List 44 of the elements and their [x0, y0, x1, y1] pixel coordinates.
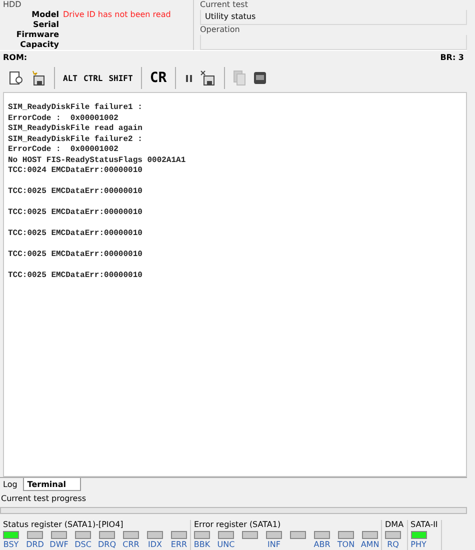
- led-label: INF: [268, 539, 280, 550]
- key-button[interactable]: CR: [148, 66, 169, 90]
- terminal-text: SIM_ReadyDiskFile failure1 : ErrorCode : 0x00001002 SIM_ReadyDiskFile read again SIM_ReadyDiskFile failure2 : ErrorCode : 0x00001002 No HOST FIS-ReadyStatusFlags 0002A1A1 TCC:0024 EMCDataErr:00000010 TCC:0025 EMCDataErr:00000010 TCC:0025 EMCDataErr:00000010 TCC:0025 EMCDataErr:00000010 TCC:0025 EMCDataErr:00000010 TCC:0025 EMCDataErr:00000010: [8, 103, 187, 282]
- key-button[interactable]: ALT: [61, 66, 80, 90]
- led-label: TON: [337, 539, 355, 550]
- rom-label: ROM:: [3, 53, 28, 62]
- key-button[interactable]: CTRL: [81, 66, 105, 90]
- field-label: Serial: [32, 20, 59, 30]
- field-label: Model: [30, 10, 59, 20]
- progress-label: Current test progress: [0, 493, 88, 505]
- led-label: BBK: [194, 539, 210, 550]
- field-label: Capacity: [19, 40, 59, 50]
- led-label: DRD: [26, 539, 44, 550]
- led-label: IDX: [148, 539, 162, 550]
- drive-icon: [252, 71, 267, 85]
- floppy-disk-icon: [30, 70, 46, 86]
- key-button[interactable]: SHIFT: [106, 66, 135, 90]
- led-label: UNC: [217, 539, 235, 550]
- field-value: Drive ID has not been read: [63, 10, 172, 20]
- led-label: ABR: [314, 539, 330, 550]
- led-label: DSC: [74, 539, 92, 550]
- panel-title: HDD: [3, 0, 22, 10]
- led-label: RQ: [387, 539, 399, 550]
- led-label: BSY: [3, 539, 19, 550]
- status-text: Utility status: [205, 12, 256, 21]
- led-label: DWF: [50, 539, 68, 550]
- led-label: DRQ: [98, 539, 116, 550]
- group-title: Operation: [200, 25, 241, 35]
- floppy-disk-icon: [200, 70, 216, 86]
- led-label: PHY: [410, 539, 426, 550]
- field-label: Firmware: [15, 30, 59, 40]
- copy-icon: [232, 70, 247, 86]
- pause-icon: [184, 72, 194, 84]
- tab[interactable]: Log: [0, 478, 24, 491]
- group-title: Current test: [200, 0, 249, 10]
- led-label: AMN: [360, 539, 380, 550]
- br-label: BR: 3: [440, 53, 464, 62]
- register-title: Status register (SATA1)-[PIO4]: [3, 520, 124, 529]
- led-label: CRR: [122, 539, 140, 550]
- register-title: SATA-II: [410, 520, 438, 529]
- tab[interactable]: Terminal: [23, 478, 81, 491]
- led-label: ERR: [170, 539, 188, 550]
- register-title: DMA: [385, 520, 404, 529]
- register-title: Error register (SATA1): [194, 520, 282, 529]
